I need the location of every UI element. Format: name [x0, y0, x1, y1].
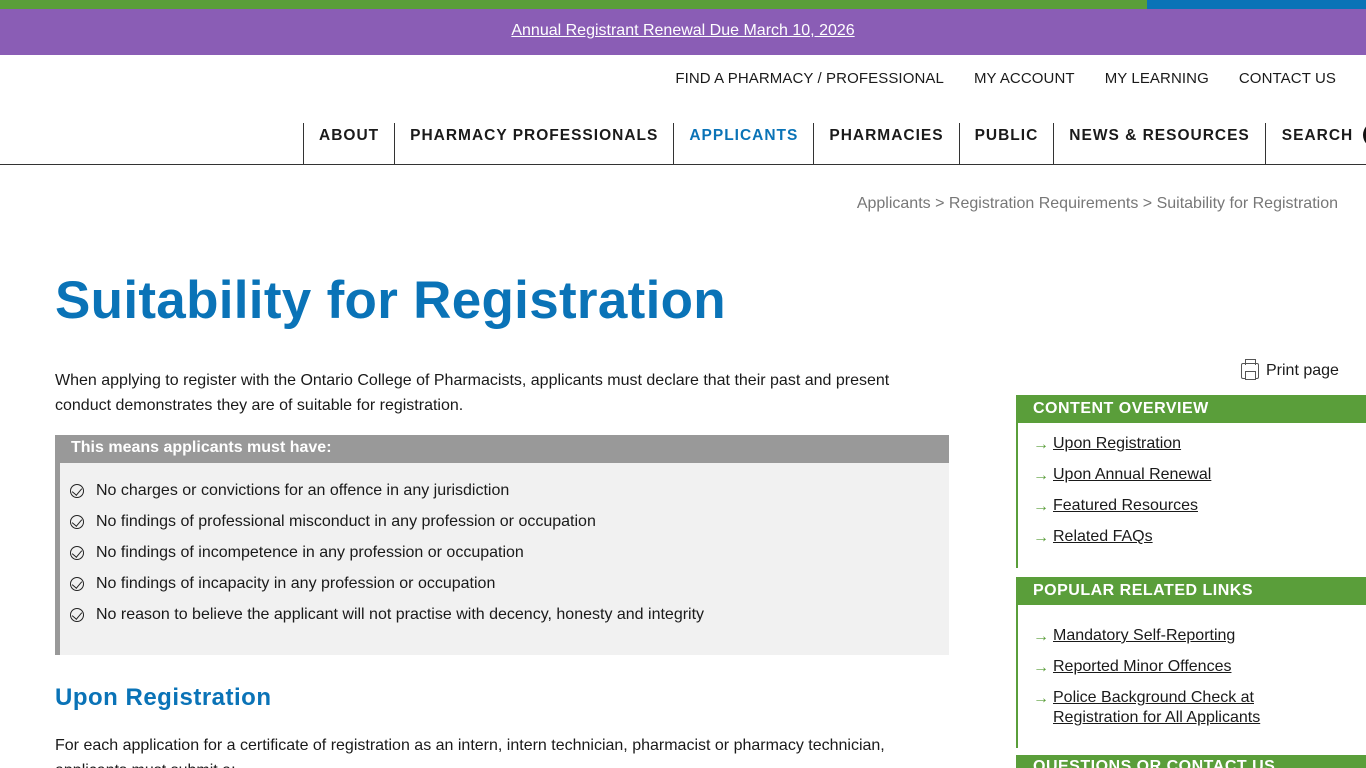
- arrow-right-icon: →: [1033, 628, 1049, 645]
- util-contact-us[interactable]: CONTACT US: [1239, 70, 1336, 87]
- arrow-right-icon: →: [1033, 436, 1049, 453]
- nav-public[interactable]: PUBLIC: [958, 123, 1054, 164]
- list-item: → Mandatory Self-Reporting: [1033, 626, 1366, 647]
- list-item: → Upon Registration: [1033, 434, 1366, 455]
- popular-link-minor-offences[interactable]: Reported Minor Offences: [1053, 657, 1231, 677]
- search-label: SEARCH: [1281, 127, 1354, 144]
- overview-link-featured-resources[interactable]: Featured Resources: [1053, 496, 1198, 516]
- questions-heading: QUESTIONS OR CONTACT US: [1018, 755, 1366, 768]
- requirements-box: This means applicants must have: No char…: [55, 435, 949, 655]
- check-circle-icon: [70, 545, 84, 560]
- utility-nav: FIND A PHARMACY / PROFESSIONAL MY ACCOUN…: [645, 70, 1336, 87]
- nav-applicants[interactable]: APPLICANTS: [673, 123, 813, 164]
- check-circle-icon: [70, 607, 84, 622]
- list-item: → Related FAQs: [1033, 527, 1366, 548]
- breadcrumb-separator: >: [935, 195, 945, 212]
- arrow-right-icon: →: [1033, 467, 1049, 484]
- util-my-learning[interactable]: MY LEARNING: [1105, 70, 1209, 87]
- list-item: → Police Background Check at Registration…: [1033, 688, 1263, 728]
- list-item: No findings of professional misconduct i…: [70, 506, 704, 537]
- content-overview-heading: CONTENT OVERVIEW: [1018, 395, 1366, 423]
- print-page-button[interactable]: Print page: [1241, 359, 1339, 380]
- overview-link-related-faqs[interactable]: Related FAQs: [1053, 527, 1153, 547]
- list-item: → Reported Minor Offences: [1033, 657, 1366, 678]
- nav-news-resources[interactable]: NEWS & RESOURCES: [1053, 123, 1265, 164]
- breadcrumb-separator: >: [1142, 195, 1153, 212]
- list-item-text: No charges or convictions for an offence…: [96, 481, 510, 499]
- section-heading-upon-registration: Upon Registration: [55, 684, 272, 711]
- nav-pharmacy-professionals[interactable]: PHARMACY PROFESSIONALS: [394, 123, 673, 164]
- arrow-right-icon: →: [1033, 529, 1049, 546]
- arrow-right-icon: →: [1033, 659, 1049, 676]
- nav-pharmacies[interactable]: PHARMACIES: [813, 123, 958, 164]
- list-item: No charges or convictions for an offence…: [70, 475, 704, 506]
- list-item-text: No reason to believe the applicant will …: [96, 605, 705, 623]
- stripe-blue: [1147, 0, 1366, 9]
- popular-link-self-reporting[interactable]: Mandatory Self-Reporting: [1053, 626, 1235, 646]
- check-circle-icon: [70, 514, 84, 529]
- popular-links-heading: POPULAR RELATED LINKS: [1018, 577, 1366, 605]
- check-circle-icon: [70, 483, 84, 498]
- nav-about[interactable]: ABOUT: [303, 123, 394, 164]
- requirements-box-heading: This means applicants must have:: [55, 435, 949, 463]
- list-item-text: No findings of incompetence in any profe…: [96, 543, 524, 561]
- overview-link-annual-renewal[interactable]: Upon Annual Renewal: [1053, 465, 1211, 485]
- stripe-green: [0, 0, 1147, 9]
- alert-bar: Annual Registrant Renewal Due March 10, …: [0, 9, 1366, 55]
- list-item-text: No findings of incapacity in any profess…: [96, 574, 496, 592]
- arrow-right-icon: →: [1033, 498, 1049, 515]
- util-my-account[interactable]: MY ACCOUNT: [974, 70, 1075, 87]
- section-paragraph: For each application for a certificate o…: [55, 737, 885, 768]
- list-item: → Upon Annual Renewal: [1033, 465, 1366, 486]
- content-overview-panel: CONTENT OVERVIEW → Upon Registration → Upo…: [1016, 395, 1366, 568]
- overview-link-upon-registration[interactable]: Upon Registration: [1053, 434, 1181, 454]
- breadcrumb: Applicants > Registration Requirements >…: [857, 195, 1338, 213]
- list-item: No reason to believe the applicant will …: [70, 599, 704, 630]
- top-color-stripe: [0, 0, 1366, 9]
- arrow-right-icon: →: [1033, 690, 1049, 707]
- printer-icon: [1241, 359, 1259, 380]
- list-item: No findings of incapacity in any profess…: [70, 568, 704, 599]
- popular-link-police-check[interactable]: Police Background Check at Registration …: [1053, 688, 1263, 728]
- main-nav: ABOUT PHARMACY PROFESSIONALS APPLICANTS …: [0, 122, 1366, 165]
- check-circle-icon: [70, 576, 84, 591]
- popular-links-panel: POPULAR RELATED LINKS → Mandatory Self-Re…: [1016, 577, 1366, 748]
- breadcrumb-applicants[interactable]: Applicants: [857, 195, 931, 212]
- breadcrumb-registration-requirements[interactable]: Registration Requirements: [949, 195, 1138, 212]
- print-page-label: Print page: [1266, 362, 1339, 379]
- list-item-text: No findings of professional misconduct i…: [96, 512, 596, 530]
- renewal-alert-link[interactable]: Annual Registrant Renewal Due March 10, …: [511, 22, 854, 40]
- search-button[interactable]: SEARCH: [1264, 122, 1366, 164]
- intro-paragraph: When applying to register with the Ontar…: [55, 372, 890, 414]
- breadcrumb-current: Suitability for Registration: [1156, 195, 1338, 212]
- page-title: Suitability for Registration: [55, 271, 726, 330]
- questions-panel: QUESTIONS OR CONTACT US: [1016, 755, 1366, 768]
- list-item: No findings of incompetence in any profe…: [70, 537, 704, 568]
- list-item: → Featured Resources: [1033, 496, 1366, 517]
- util-find-pharmacy[interactable]: FIND A PHARMACY / PROFESSIONAL: [675, 70, 944, 87]
